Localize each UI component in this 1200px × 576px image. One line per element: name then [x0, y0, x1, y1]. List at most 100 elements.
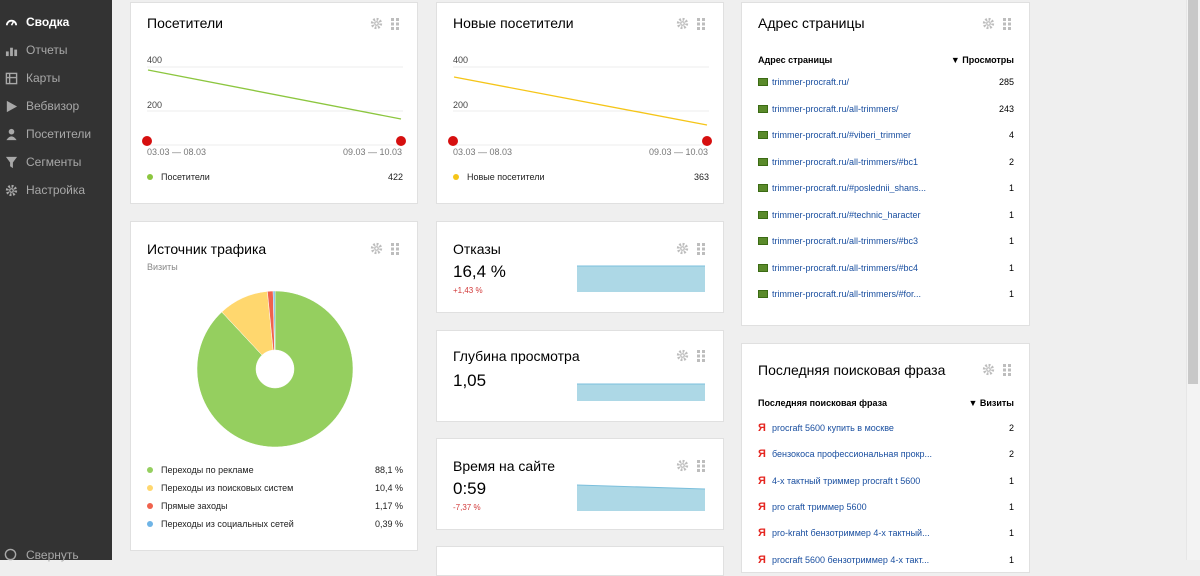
sidebar-item-5[interactable]: Посетители	[0, 120, 112, 148]
visitors-line-chart	[142, 66, 406, 146]
drag-handle-icon[interactable]	[697, 349, 705, 362]
traffic-legend-row: Переходы по рекламе 88,1 %	[147, 465, 403, 475]
time-on-site-card: Время на сайте 0:59 -7,37 %	[436, 438, 724, 530]
settings-gear-icon[interactable]	[676, 349, 689, 362]
traffic-legend-row: Переходы из социальных сетей 0,39 %	[147, 519, 403, 529]
search-title: Последняя поисковая фраза	[758, 362, 946, 378]
site-favicon-icon	[758, 78, 768, 86]
table-row: trimmer-procraft.ru/all-trimmers/#bc1 2	[758, 157, 1014, 167]
page-url-link[interactable]: trimmer-procraft.ru/all-trimmers/#bc3	[772, 236, 918, 246]
settings-gear-icon[interactable]	[676, 459, 689, 472]
page-url-link[interactable]: trimmer-procraft.ru/all-trimmers/#for...	[772, 289, 921, 299]
sidebar-item-6[interactable]: Сегменты	[0, 148, 112, 176]
legend-label: Посетители	[161, 172, 210, 182]
traffic-subtitle: Визиты	[147, 262, 178, 272]
bounces-delta: +1,43 %	[453, 286, 483, 295]
x-label-start: 03.03 — 08.03	[453, 147, 513, 157]
pages-table-header: Адрес страницы ▼ Просмотры	[758, 55, 1014, 65]
page-url-link[interactable]: trimmer-procraft.ru/all-trimmers/#bc1	[772, 157, 918, 167]
search-phrase-link[interactable]: procraft 5600 купить в москве	[772, 423, 894, 433]
table-row: trimmer-procraft.ru/285	[758, 77, 1014, 87]
visitors-legend: Посетители 422	[147, 172, 403, 182]
settings-gear-icon[interactable]	[370, 17, 383, 30]
drag-handle-icon[interactable]	[697, 242, 705, 255]
bar-chart-icon	[4, 43, 18, 57]
bounces-title: Отказы	[453, 241, 501, 257]
sidebar-item-label: Вебвизор	[26, 99, 80, 113]
filter-icon	[4, 155, 18, 169]
traffic-legend-row: Переходы из поисковых систем 10,4 %	[147, 483, 403, 493]
sidebar-item-3[interactable]: Карты	[0, 64, 112, 92]
visitors-card: Посетители 400 200 03.03 — 08.03 09.03 —…	[130, 2, 418, 204]
drag-handle-icon[interactable]	[391, 242, 399, 255]
visitors-series-line	[147, 69, 402, 120]
map-icon	[4, 71, 18, 85]
traffic-donut-chart	[197, 291, 353, 447]
legend-value: 10,4 %	[374, 483, 403, 493]
sidebar: Сводка Отчеты Карты Вебвизор Посетители Сегме…	[0, 0, 112, 562]
page-views: 4	[1008, 130, 1014, 140]
sidebar-item-label: Сегменты	[26, 155, 82, 169]
legend-dot	[147, 521, 153, 527]
settings-gear-icon[interactable]	[982, 17, 995, 30]
page-views: 285	[998, 77, 1014, 87]
time-sparkline	[577, 484, 706, 511]
bounces-value: 16,4 %	[453, 262, 506, 281]
search-phrase-link[interactable]: 4-х тактный триммер procraft t 5600	[772, 476, 920, 486]
play-icon	[4, 99, 18, 113]
table-row: Яpro craft триммер 5600 1	[758, 501, 1014, 513]
page-url-link[interactable]: trimmer-procraft.ru/#viberi_trimmer	[772, 130, 911, 140]
search-col-metric-sort[interactable]: ▼ Визиты	[968, 398, 1014, 408]
sidebar-item-4[interactable]: Вебвизор	[0, 92, 112, 120]
depth-card: Глубина просмотра 1,05	[436, 330, 724, 422]
search-phrase-link[interactable]: pro-kraht бензотриммер 4-х тактный...	[772, 528, 930, 538]
drag-handle-icon[interactable]	[697, 17, 705, 30]
drag-handle-icon[interactable]	[1003, 363, 1011, 376]
page-views: 1	[1008, 262, 1014, 273]
drag-handle-icon[interactable]	[697, 459, 705, 472]
search-visits: 1	[1008, 501, 1014, 512]
legend-label: Переходы из поисковых систем	[161, 483, 294, 493]
marker-end	[396, 136, 406, 146]
settings-gear-icon[interactable]	[676, 242, 689, 255]
page-url-link[interactable]: trimmer-procraft.ru/#technic_haracter	[772, 210, 921, 220]
settings-gear-icon[interactable]	[370, 242, 383, 255]
table-row: trimmer-procraft.ru/#viberi_trimmer 4	[758, 130, 1014, 140]
drag-handle-icon[interactable]	[1003, 17, 1011, 30]
sidebar-item-2[interactable]: Отчеты	[0, 36, 112, 64]
sidebar-item-1[interactable]: Сводка	[0, 8, 112, 36]
drag-handle-icon[interactable]	[391, 17, 399, 30]
x-label-start: 03.03 — 08.03	[147, 147, 207, 157]
marker-start	[448, 136, 458, 146]
pages-col-metric-sort[interactable]: ▼ Просмотры	[951, 55, 1014, 65]
page-url-link[interactable]: trimmer-procraft.ru/all-trimmers/#bc4	[772, 263, 918, 273]
scrollbar-thumb[interactable]	[1188, 0, 1198, 384]
site-favicon-icon	[758, 184, 768, 192]
x-label-end: 09.03 — 10.03	[649, 147, 709, 157]
user-icon	[4, 127, 18, 141]
visitors-title: Посетители	[147, 15, 223, 31]
table-row: Я 4-х тактный триммер procraft t 5600 1	[758, 475, 1014, 487]
site-favicon-icon	[758, 290, 768, 298]
legend-label: Новые посетители	[467, 172, 545, 182]
time-title: Время на сайте	[453, 458, 556, 474]
legend-dot	[147, 467, 153, 473]
page-views: 2	[1008, 156, 1014, 167]
gear-icon	[4, 183, 18, 197]
sidebar-item-7[interactable]: Настройка	[0, 176, 112, 204]
search-phrase-link[interactable]: бензокоса профессиональная прокр...	[772, 449, 932, 459]
settings-gear-icon[interactable]	[982, 363, 995, 376]
settings-gear-icon[interactable]	[676, 17, 689, 30]
traffic-legend-row: Прямые заходы 1,17 %	[147, 501, 403, 511]
page-url-link[interactable]: trimmer-procraft.ru/all-trimmers/	[772, 104, 899, 114]
page-url-link[interactable]: trimmer-procraft.ru/	[772, 77, 849, 87]
site-favicon-icon	[758, 237, 768, 245]
legend-value: 363	[693, 172, 709, 182]
pages-col-name: Адрес страницы	[758, 55, 833, 65]
search-phrase-link[interactable]: pro craft триммер 5600	[772, 502, 867, 512]
legend-value: 422	[387, 172, 403, 182]
partial-card	[436, 546, 724, 576]
page-address-card: Адрес страницы Адрес страницы ▼ Просмотр…	[741, 2, 1030, 326]
page-url-link[interactable]: trimmer-procraft.ru/#poslednii_shans...	[772, 183, 926, 193]
sidebar-item-label: Настройка	[26, 183, 86, 197]
